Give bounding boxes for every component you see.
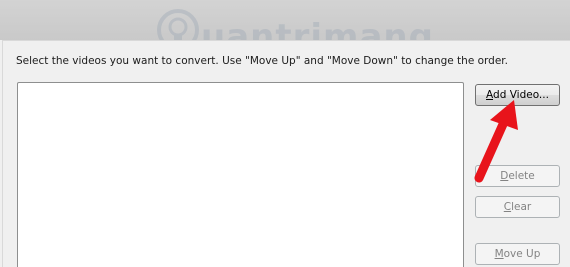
add-video-button[interactable]: Add Video... bbox=[475, 84, 560, 106]
video-list[interactable] bbox=[17, 82, 464, 267]
delete-button[interactable]: Delete bbox=[475, 165, 560, 187]
move-up-button[interactable]: Move Up bbox=[475, 243, 560, 265]
clear-button[interactable]: Clear bbox=[475, 196, 560, 218]
window-title-bar bbox=[0, 0, 570, 40]
instruction-text: Select the videos you want to convert. U… bbox=[16, 55, 508, 67]
